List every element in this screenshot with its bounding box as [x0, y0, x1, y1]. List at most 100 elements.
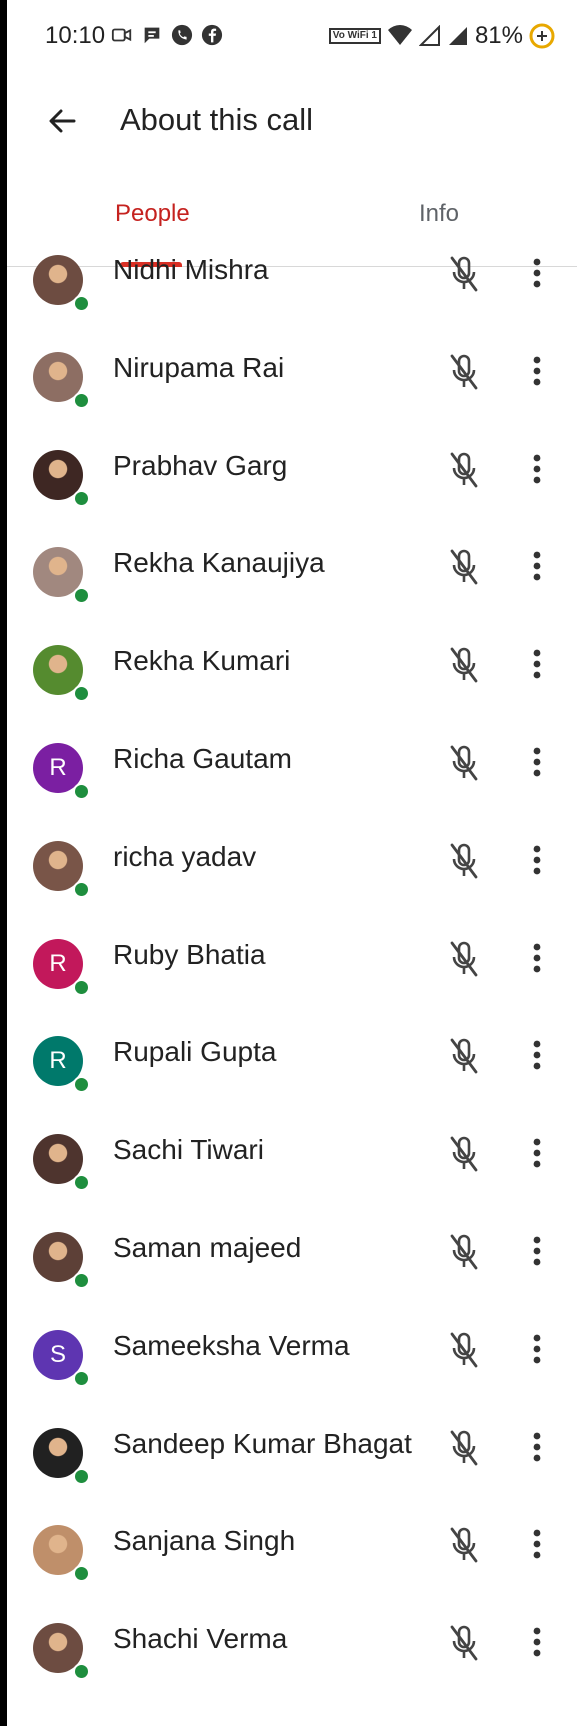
more-options-icon[interactable]	[529, 1134, 545, 1174]
participant-name: Sandeep Kumar Bhagat	[113, 1427, 412, 1459]
online-status-dot	[73, 1663, 90, 1681]
mic-off-icon[interactable]	[448, 841, 480, 881]
online-status-dot	[73, 783, 90, 800]
participant-name: Rupali Gupta	[113, 1036, 277, 1068]
participant-name: richa yadav	[113, 840, 257, 872]
mic-off-icon[interactable]	[448, 645, 480, 685]
signal-full-icon	[448, 27, 467, 45]
wifi-icon	[387, 25, 412, 45]
mic-off-icon[interactable]	[448, 743, 480, 783]
tab-people[interactable]: People	[115, 200, 190, 228]
chat-bubble-icon	[144, 27, 160, 44]
participant-row[interactable]: S Sameeksha Verma	[7, 1329, 577, 1432]
status-time: 10:10	[45, 22, 106, 49]
mic-off-icon[interactable]	[448, 1232, 480, 1272]
participant-row[interactable]: R Ruby Bhatia	[7, 938, 577, 1041]
online-status-dot	[73, 1565, 90, 1583]
participant-row[interactable]: Nidhi Mishra	[7, 254, 577, 356]
online-status-dot	[73, 685, 90, 703]
participant-name: Ruby Bhatia	[113, 938, 266, 970]
participant-name: Rekha Kanaujiya	[113, 547, 325, 579]
more-options-icon[interactable]	[529, 352, 545, 392]
participant-row[interactable]: Nirupama Rai	[7, 351, 577, 454]
battery-saver-icon	[529, 23, 555, 49]
mic-off-icon[interactable]	[448, 1428, 480, 1468]
participant-row[interactable]: Prabhav Garg	[7, 449, 577, 552]
participant-name: Nidhi Mishra	[113, 254, 269, 285]
participant-name: Prabhav Garg	[113, 449, 288, 481]
mic-off-icon[interactable]	[448, 352, 480, 392]
participant-name: Sachi Tiwari	[113, 1134, 264, 1166]
online-status-dot	[73, 1369, 90, 1387]
facebook-icon	[201, 24, 223, 46]
back-button[interactable]	[37, 96, 87, 146]
mic-off-icon[interactable]	[448, 1623, 480, 1663]
avatar: R	[33, 938, 90, 1001]
mic-off-icon[interactable]	[448, 1330, 480, 1370]
participant-row[interactable]: R Rupali Gupta	[7, 1036, 577, 1138]
online-status-dot	[73, 1467, 90, 1485]
participant-name: Saman majeed	[113, 1232, 302, 1263]
avatar	[33, 1134, 90, 1196]
avatar: S	[33, 1329, 90, 1392]
avatar	[33, 449, 90, 512]
more-options-icon[interactable]	[529, 1428, 545, 1468]
mic-off-icon[interactable]	[448, 1525, 480, 1565]
more-options-icon[interactable]	[529, 743, 545, 783]
participant-name: Nirupama Rai	[113, 351, 285, 383]
online-status-dot	[73, 1272, 90, 1289]
avatar	[33, 840, 90, 903]
signal-empty-icon	[418, 25, 440, 46]
avatar	[33, 547, 90, 609]
more-options-icon[interactable]	[529, 450, 545, 490]
avatar	[33, 1525, 90, 1587]
online-status-dot	[73, 880, 90, 898]
avatar	[33, 255, 90, 317]
participant-name: Sanjana Singh	[113, 1525, 296, 1557]
more-options-icon[interactable]	[529, 645, 545, 685]
participant-row[interactable]: Sandeep Kumar Bhagat	[7, 1427, 577, 1530]
participant-row[interactable]: Rekha Kumari	[7, 645, 577, 747]
online-status-dot	[73, 489, 90, 507]
participant-row[interactable]: Shachi Verma	[7, 1623, 577, 1725]
participant-row[interactable]: Rekha Kanaujiya	[7, 547, 577, 649]
mic-off-icon[interactable]	[448, 254, 480, 294]
participant-row[interactable]: R Richa Gautam	[7, 743, 577, 845]
more-options-icon[interactable]	[529, 1036, 545, 1076]
mic-off-icon[interactable]	[448, 1036, 480, 1076]
more-options-icon[interactable]	[529, 1623, 545, 1663]
participant-row[interactable]: Saman majeed	[7, 1232, 577, 1334]
notification-icons	[111, 24, 223, 46]
battery-percent: 81%	[474, 22, 523, 49]
tab-info[interactable]: Info	[419, 200, 459, 228]
tab-bar: People Info	[7, 178, 577, 267]
participant-name: Sameeksha Verma	[113, 1329, 350, 1361]
mic-off-icon[interactable]	[448, 1134, 480, 1174]
app-bar: About this call	[7, 78, 577, 164]
participant-name: Richa Gautam	[113, 743, 292, 774]
mic-off-icon[interactable]	[448, 939, 480, 979]
more-options-icon[interactable]	[529, 1525, 545, 1565]
avatar	[33, 645, 90, 707]
participant-row[interactable]: richa yadav	[7, 840, 577, 943]
online-status-dot	[73, 391, 90, 409]
more-options-icon[interactable]	[529, 1330, 545, 1370]
more-options-icon[interactable]	[529, 547, 545, 587]
mic-off-icon[interactable]	[448, 450, 480, 490]
more-options-icon[interactable]	[529, 1232, 545, 1272]
avatar	[33, 1232, 90, 1294]
video-call-icon	[111, 28, 132, 42]
mic-off-icon[interactable]	[448, 547, 480, 587]
online-status-dot	[73, 295, 90, 312]
more-options-icon[interactable]	[529, 254, 545, 294]
avatar	[33, 1427, 90, 1490]
more-options-icon[interactable]	[529, 939, 545, 979]
avatar: R	[33, 1036, 90, 1098]
participant-row[interactable]: Sachi Tiwari	[7, 1134, 577, 1236]
avatar: R	[33, 743, 90, 805]
vowifi-icon: Vo WiFi 1	[328, 28, 381, 44]
participant-row[interactable]: Sanjana Singh	[7, 1525, 577, 1627]
screen: 10:10 Vo WiFi 1 81% About this call Peop…	[7, 0, 577, 1726]
more-options-icon[interactable]	[529, 841, 545, 881]
phone-icon	[171, 24, 193, 46]
